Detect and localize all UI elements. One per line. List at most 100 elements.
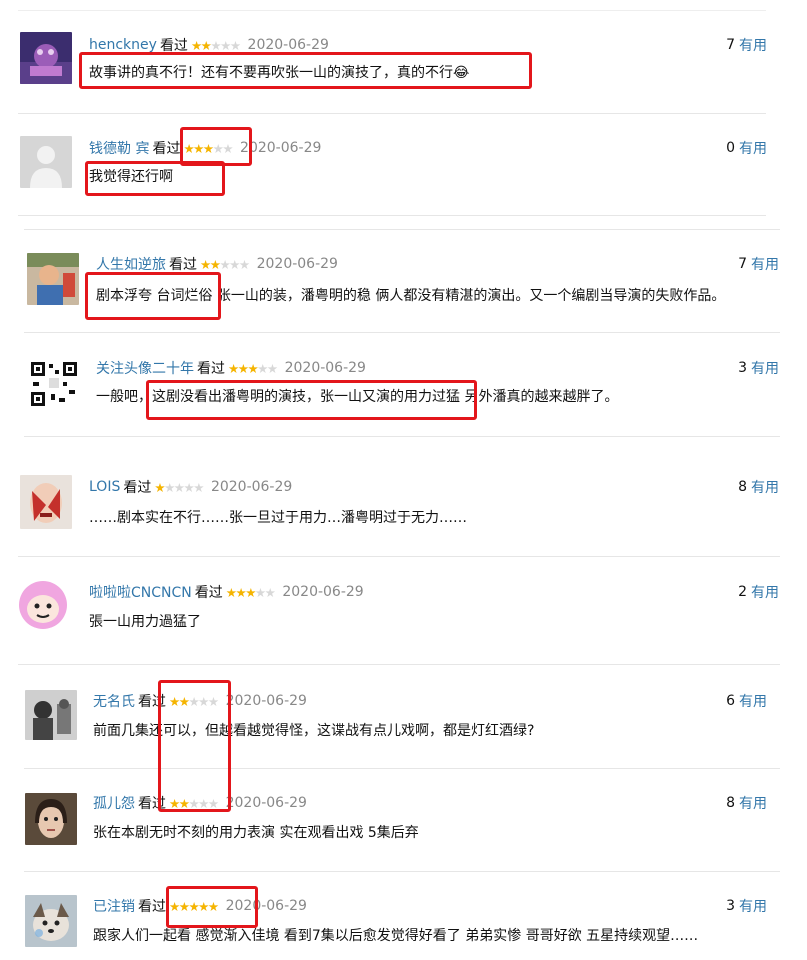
divider: [24, 768, 780, 769]
review-date: 2020-06-29: [210, 479, 293, 495]
review-username[interactable]: henckney: [89, 37, 157, 53]
review-date: 2020-06-29: [256, 256, 338, 272]
girl-portrait-avatar-icon[interactable]: [25, 793, 77, 845]
star-filled-icon: ★: [225, 584, 237, 600]
useful-vote[interactable]: 0 有用: [726, 137, 767, 159]
watched-label: 看过: [152, 141, 181, 157]
useful-vote[interactable]: 7 有用: [726, 34, 767, 56]
useful-button[interactable]: 有用: [739, 896, 767, 916]
star-filled-icon: ★: [202, 140, 214, 156]
review-date: 2020-06-29: [284, 360, 366, 376]
star-filled-icon: ★: [209, 256, 221, 272]
dog-photo-avatar-icon[interactable]: [25, 895, 77, 947]
bw-photo-avatar-icon[interactable]: [25, 690, 77, 740]
sea-creature-avatar-icon[interactable]: [20, 32, 72, 84]
useful-vote[interactable]: 2 有用: [738, 581, 779, 603]
star-filled-icon: ★: [178, 693, 190, 709]
useful-vote[interactable]: 7 有用: [738, 253, 779, 275]
useful-count: 8: [726, 795, 735, 811]
useful-button[interactable]: 有用: [751, 358, 779, 378]
star-filled-icon: ★: [188, 898, 199, 914]
review-comment: 故事讲的真不行！还有不要再吹张一山的演技了，真的不行😂: [89, 65, 470, 81]
star-empty-icon: ★: [219, 256, 230, 272]
star-empty-icon: ★: [212, 140, 224, 156]
useful-button[interactable]: 有用: [739, 691, 767, 711]
review-username[interactable]: 无名氏: [93, 691, 135, 711]
review-date: 2020-06-29: [225, 795, 307, 811]
star-rating: ★★★★★: [190, 37, 241, 53]
useful-count: 3: [726, 898, 735, 914]
useful-vote[interactable]: 8 有用: [726, 792, 767, 814]
useful-vote[interactable]: 3 有用: [738, 357, 779, 379]
review-username[interactable]: LOIS: [89, 479, 120, 495]
useful-vote[interactable]: 3 有用: [726, 895, 767, 917]
star-rating: ★★★★★: [228, 360, 278, 376]
useful-vote[interactable]: 8 有用: [738, 476, 779, 498]
star-filled-icon: ★: [200, 256, 211, 272]
review-username[interactable]: 关注头像二十年: [96, 358, 194, 378]
watched-label: 看过: [194, 585, 223, 601]
star-rating: ★★★★★: [169, 898, 219, 914]
star-rating: ★★★★★: [169, 693, 219, 709]
useful-button[interactable]: 有用: [739, 138, 767, 158]
review-username[interactable]: 啦啦啦CNCNCN: [89, 582, 192, 602]
star-filled-icon: ★: [193, 140, 204, 156]
default-person-avatar-icon[interactable]: [20, 136, 72, 188]
review-date: 2020-06-29: [282, 584, 364, 600]
star-empty-icon: ★: [220, 37, 231, 53]
pink-cartoon-avatar-icon[interactable]: [17, 579, 69, 633]
star-rating: ★★★★★: [154, 479, 204, 495]
divider: [24, 871, 780, 872]
review-comment: 我觉得还行啊: [89, 169, 173, 185]
star-filled-icon: ★: [169, 693, 180, 709]
review-date: 2020-06-29: [225, 693, 307, 709]
star-empty-icon: ★: [164, 479, 175, 495]
star-filled-icon: ★: [190, 37, 202, 53]
star-empty-icon: ★: [264, 584, 276, 600]
useful-button[interactable]: 有用: [751, 254, 779, 274]
star-empty-icon: ★: [229, 256, 240, 272]
star-filled-icon: ★: [178, 795, 190, 811]
star-empty-icon: ★: [229, 37, 241, 53]
review-username[interactable]: 已注销: [93, 896, 135, 916]
qr-code-avatar-icon[interactable]: [29, 360, 79, 408]
review-username[interactable]: 孤儿怨: [93, 793, 135, 813]
star-filled-icon: ★: [207, 898, 219, 914]
star-filled-icon: ★: [178, 898, 190, 914]
star-empty-icon: ★: [188, 693, 199, 709]
star-rating: ★★★★★: [183, 140, 233, 156]
star-filled-icon: ★: [198, 898, 209, 914]
useful-button[interactable]: 有用: [751, 582, 779, 602]
star-empty-icon: ★: [257, 360, 268, 376]
star-empty-icon: ★: [210, 37, 221, 53]
star-rating: ★★★★★: [200, 256, 250, 272]
useful-vote[interactable]: 6 有用: [726, 690, 767, 712]
useful-button[interactable]: 有用: [751, 477, 779, 497]
useful-count: 7: [726, 37, 735, 53]
child-photo-avatar-icon[interactable]: [27, 253, 79, 305]
star-filled-icon: ★: [247, 360, 258, 376]
review-username[interactable]: 钱德勒 宾: [89, 138, 149, 158]
useful-button[interactable]: 有用: [739, 793, 767, 813]
star-filled-icon: ★: [169, 898, 180, 914]
review-comment: 张在本剧无时不刻的用力表演 实在观看出戏 5集后弃: [93, 825, 419, 841]
star-filled-icon: ★: [235, 584, 246, 600]
review-date: 2020-06-29: [225, 898, 307, 914]
watched-label: 看过: [138, 899, 166, 915]
star-empty-icon: ★: [254, 584, 266, 600]
useful-button[interactable]: 有用: [739, 35, 767, 55]
divider: [24, 436, 780, 437]
review-comment: 剧本浮夸 台词烂俗 张一山的装，潘粤明的稳 俩人都没有精湛的演出。又一个编剧当导…: [96, 288, 726, 304]
divider: [24, 332, 780, 333]
review-date: 2020-06-29: [240, 140, 322, 156]
divider: [18, 113, 766, 114]
top-divider: [18, 10, 766, 11]
divider: [18, 215, 766, 216]
star-empty-icon: ★: [207, 693, 219, 709]
star-empty-icon: ★: [193, 479, 204, 495]
review-username[interactable]: 人生如逆旅: [96, 254, 166, 274]
star-empty-icon: ★: [198, 693, 209, 709]
review-comment: ……剧本实在不行……张一旦过于用力…潘粤明过于无力……: [89, 510, 467, 526]
useful-count: 0: [726, 140, 735, 156]
face-paint-avatar-icon[interactable]: [20, 475, 72, 529]
